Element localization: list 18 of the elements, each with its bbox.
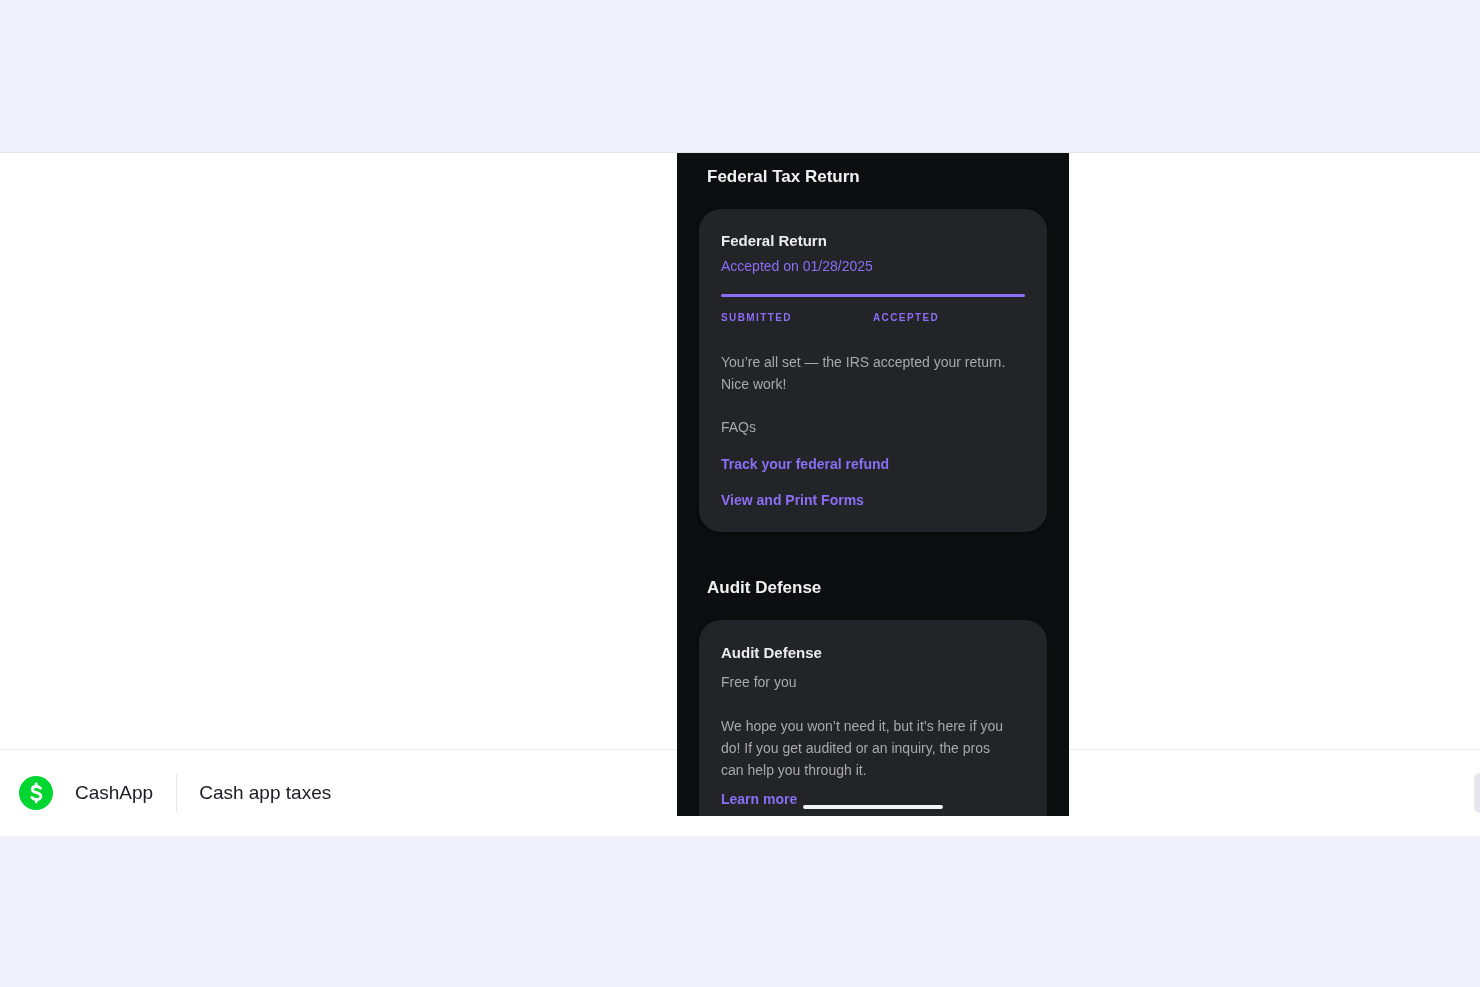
section-heading: Federal Tax Return [707, 166, 860, 188]
card-title: Federal Return [721, 231, 827, 251]
link[interactable]: View and Print Forms [721, 490, 864, 510]
link[interactable]: Track your federal refund [721, 454, 890, 474]
round-button[interactable] [1474, 773, 1480, 813]
step-label: ACCEPTED [873, 311, 940, 325]
section-heading: Audit Defense [707, 577, 822, 599]
status-text: Accepted on 01/28/2025 [721, 257, 873, 276]
page-title: Cash app taxes [199, 781, 332, 805]
subtitle-text: Free for you [721, 673, 797, 692]
message-text: You’re all set — the IRS accepted your return. Nice work! [721, 353, 1007, 394]
step-label: SUBMITTED [721, 311, 792, 325]
dollar-logo-icon [19, 776, 53, 810]
faq-heading: FAQs [721, 418, 756, 437]
message-text: We hope you won’t need it, but it’s here if you do! If you get audited or an inquiry, the pros can help you through it. [721, 717, 1004, 780]
card-title: Audit Defense [721, 643, 822, 663]
app-name: CashApp [75, 781, 154, 805]
link[interactable]: Learn more [721, 789, 798, 809]
